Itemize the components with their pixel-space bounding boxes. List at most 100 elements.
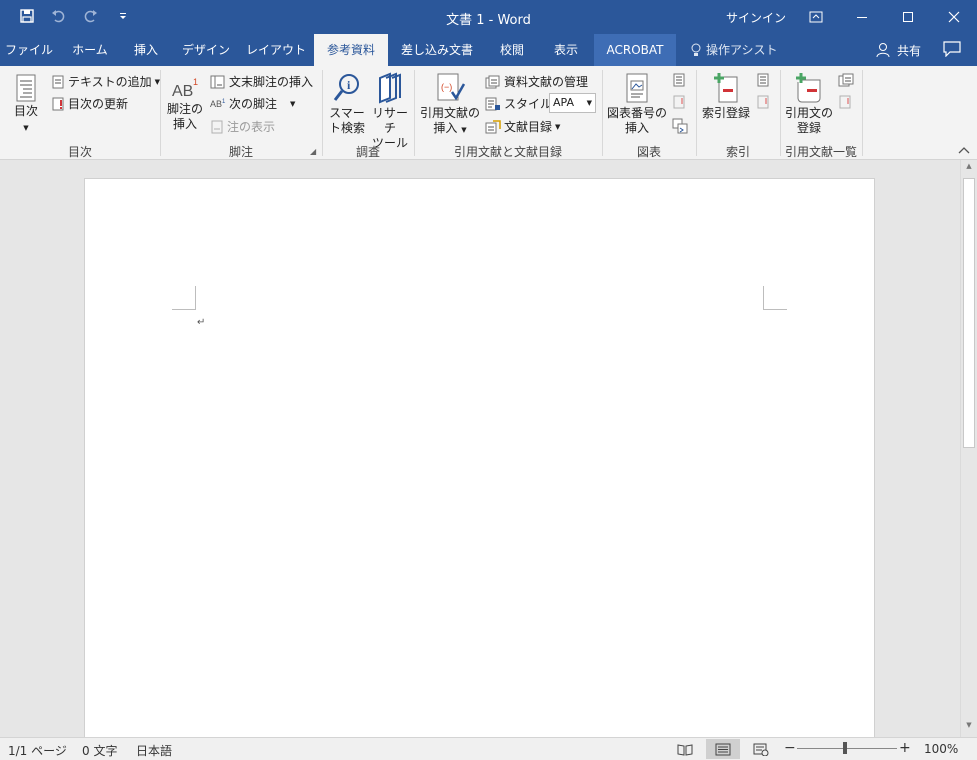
group-label-authorities: 引用文献一覧 <box>784 145 857 159</box>
tab-view[interactable]: 表示 <box>540 34 592 66</box>
svg-text:1: 1 <box>222 99 226 105</box>
footnote-ab-icon: AB1 <box>172 77 198 100</box>
smart-lookup-icon: i <box>333 74 359 101</box>
collapse-ribbon-icon[interactable] <box>958 146 970 157</box>
citation-style-value: APA <box>553 96 574 109</box>
mark-entry-label: 索引登録 <box>701 106 750 120</box>
insert-caption-icon <box>626 73 648 103</box>
insert-citation-label-1: 引用文献の <box>419 106 480 120</box>
zoom-in-button[interactable]: + <box>899 740 911 756</box>
insert-table-of-figures-button[interactable] <box>672 73 686 87</box>
share-button[interactable]: 共有 <box>876 34 921 66</box>
insert-footnote-button[interactable]: AB 1 脚注の 挿入 <box>165 76 205 132</box>
mark-citation-label-1: 引用文の <box>784 106 833 120</box>
manage-sources-label: 資料文献の管理 <box>504 75 589 89</box>
smart-lookup-button[interactable]: i スマー ト検索 <box>328 72 366 136</box>
ribbon-display-options-button[interactable] <box>793 0 839 34</box>
tab-acrobat[interactable]: ACROBAT <box>594 34 676 66</box>
tab-insert[interactable]: 挿入 <box>120 34 172 66</box>
tab-layout[interactable]: レイアウト <box>240 34 312 66</box>
mark-citation-button[interactable]: 引用文の 登録 <box>784 72 834 136</box>
read-mode-button[interactable] <box>668 739 702 759</box>
read-mode-icon <box>677 743 693 756</box>
tab-file[interactable]: ファイル <box>0 34 58 66</box>
endnote-icon <box>210 75 225 88</box>
vertical-scrollbar[interactable]: ▲ ▼ <box>960 160 977 737</box>
insert-caption-label-2: 挿入 <box>624 121 649 135</box>
page-count[interactable]: 1/1 ページ <box>8 742 67 759</box>
toc-button[interactable]: 目次 ▼ <box>8 74 44 136</box>
window-controls <box>793 0 977 34</box>
web-layout-button[interactable] <box>744 739 778 759</box>
maximize-button[interactable] <box>885 0 931 34</box>
tell-me-search[interactable]: 操作アシスト <box>690 34 778 66</box>
manage-sources-button[interactable]: 資料文献の管理 <box>485 73 588 90</box>
zoom-slider-thumb[interactable] <box>843 742 847 754</box>
next-footnote-icon: AB 1 <box>210 99 226 109</box>
tab-home[interactable]: ホーム <box>62 34 118 66</box>
svg-text:i: i <box>347 78 351 92</box>
update-authorities-icon <box>839 95 851 109</box>
comments-icon[interactable] <box>943 41 961 60</box>
insert-citation-label-2: 挿入 <box>433 121 458 135</box>
dialog-launcher-icon[interactable]: ◢ <box>310 147 316 156</box>
svg-text:AB: AB <box>172 83 193 100</box>
chevron-down-icon: ▼ <box>555 122 561 131</box>
cross-reference-button[interactable] <box>672 118 688 134</box>
document-page[interactable]: ↵ <box>84 178 875 748</box>
update-index-button[interactable] <box>756 95 770 109</box>
word-count[interactable]: 0 文字 <box>82 742 117 759</box>
tab-mailings[interactable]: 差し込み文書 <box>392 34 482 66</box>
zoom-out-button[interactable]: − <box>784 740 796 756</box>
zoom-level[interactable]: 100% <box>924 742 958 756</box>
add-text-icon <box>52 75 64 88</box>
close-button[interactable] <box>931 0 977 34</box>
crop-mark-top-left <box>172 286 196 310</box>
svg-text:(−): (−) <box>441 82 452 92</box>
insert-index-button[interactable] <box>756 73 770 87</box>
insert-endnote-button[interactable]: 文末脚注の挿入 <box>210 73 313 90</box>
update-toc-button[interactable]: 目次の更新 <box>51 95 128 112</box>
tab-references[interactable]: 参考資料 <box>314 34 388 66</box>
insert-table-of-authorities-button[interactable] <box>838 73 854 87</box>
show-notes-button[interactable]: 注の表示 <box>210 118 275 135</box>
insert-citation-button[interactable]: (−) 引用文献の 挿入 ▼ <box>419 72 481 138</box>
scrollbar-thumb[interactable] <box>963 178 975 448</box>
update-table-of-authorities-button[interactable] <box>838 95 852 109</box>
chevron-down-icon: ▼ <box>23 124 29 132</box>
mark-entry-button[interactable]: 索引登録 <box>700 72 752 121</box>
bibliography-button[interactable]: 文献目録 ▼ <box>485 118 560 135</box>
scroll-up-icon[interactable]: ▲ <box>961 162 977 176</box>
bibliography-label: 文献目録 <box>504 120 553 134</box>
sign-in-link[interactable]: サインイン <box>726 9 786 26</box>
next-footnote-button[interactable]: AB 1 次の脚注 ▼ <box>210 95 295 112</box>
zoom-slider-track[interactable] <box>797 748 897 749</box>
share-label: 共有 <box>897 43 922 58</box>
insert-index-icon <box>757 73 769 87</box>
toc-label: 目次 <box>13 104 38 118</box>
researcher-button[interactable]: リサーチ ツール <box>368 72 412 151</box>
citation-style-select[interactable]: APA ▼ <box>549 93 596 113</box>
researcher-icon <box>379 72 401 104</box>
language-indicator[interactable]: 日本語 <box>136 742 172 759</box>
insert-caption-button[interactable]: 図表番号の 挿入 <box>606 72 668 136</box>
tab-design[interactable]: デザイン <box>174 34 238 66</box>
insert-caption-label-1: 図表番号の <box>606 106 667 120</box>
insert-endnote-label: 文末脚注の挿入 <box>229 75 314 89</box>
bibliography-icon <box>485 119 501 133</box>
show-notes-icon <box>211 120 223 133</box>
group-label-research: 調査 <box>355 145 380 159</box>
chevron-down-icon: ▼ <box>586 99 592 107</box>
crop-mark-top-right <box>763 286 787 310</box>
scroll-down-icon[interactable]: ▼ <box>961 721 977 735</box>
update-table-of-figures-button[interactable] <box>672 95 686 109</box>
mark-entry-icon <box>714 73 738 103</box>
tab-review[interactable]: 校閲 <box>486 34 538 66</box>
manage-sources-icon <box>485 75 500 88</box>
add-text-button[interactable]: テキストの追加 ▼ <box>51 73 160 90</box>
smart-lookup-label-2: ト検索 <box>328 121 365 135</box>
person-icon <box>876 43 890 58</box>
minimize-button[interactable] <box>839 0 885 34</box>
print-layout-button[interactable] <box>706 739 740 759</box>
paragraph-mark: ↵ <box>197 317 206 328</box>
